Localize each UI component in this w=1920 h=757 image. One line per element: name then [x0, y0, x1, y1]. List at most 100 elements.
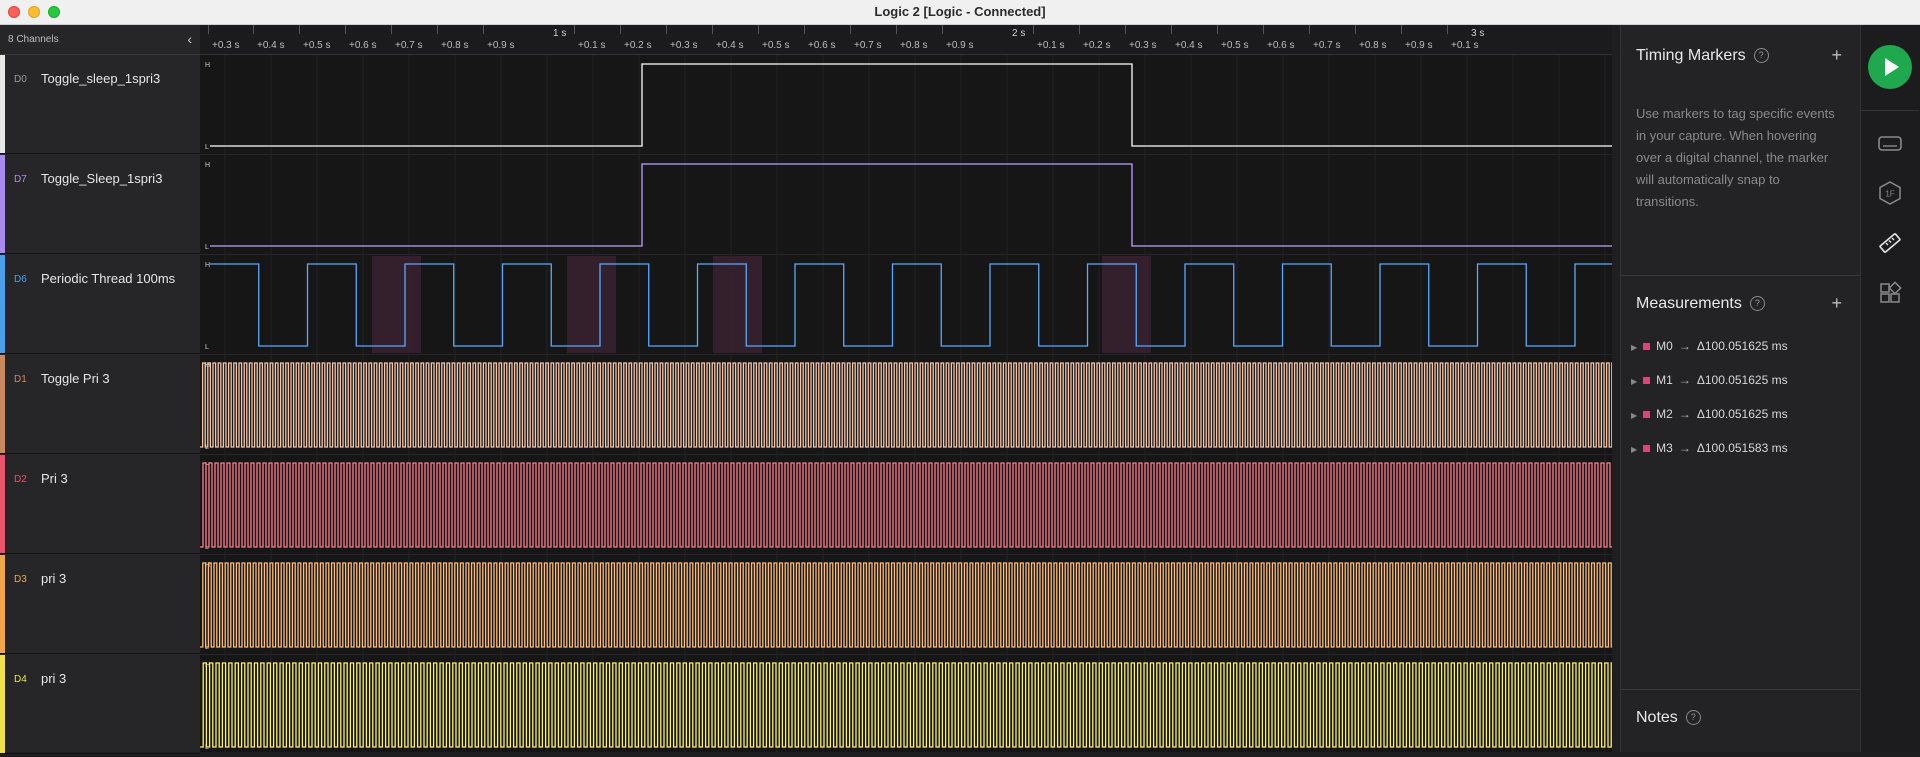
channel-color-stripe	[0, 655, 5, 753]
channel-row-d7[interactable]: D7 Toggle_Sleep_1spri3	[0, 155, 200, 254]
measurement-row[interactable]: ▶ M3 → Δ100.051583 ms	[1631, 441, 1788, 455]
measurement-color-swatch	[1643, 377, 1651, 384]
channel-name[interactable]: pri 3	[41, 571, 66, 586]
waveform-canvas[interactable]: HLHLHLHLHLHLHL	[200, 55, 1613, 755]
measurement-row[interactable]: ▶ M2 → Δ100.051625 ms	[1631, 407, 1788, 421]
sidebar-panel: Timing Markers? + Use markers to tag spe…	[1620, 25, 1861, 752]
ruler-major-label: 1 s	[553, 28, 567, 39]
channel-name[interactable]: Pri 3	[41, 471, 68, 486]
expand-caret-icon[interactable]: ▶	[1631, 411, 1637, 420]
expand-caret-icon[interactable]: ▶	[1631, 445, 1637, 454]
arrow-right-icon: →	[1678, 407, 1691, 421]
add-measurement-button[interactable]: +	[1831, 293, 1842, 314]
ruler-tick-label: +0.5 s	[1217, 25, 1249, 51]
svg-text:1F: 1F	[1885, 190, 1894, 199]
measurements-help-icon[interactable]: ?	[1749, 296, 1765, 311]
measurement-row[interactable]: ▶ M0 → Δ100.051625 ms	[1631, 339, 1788, 353]
ruler-tick-label: +0.8 s	[1355, 25, 1387, 51]
ruler-tick-label: +0.3 s	[666, 25, 698, 51]
channel-name[interactable]: Toggle Pri 3	[41, 371, 110, 386]
lane-background	[200, 155, 1612, 254]
ruler-tick-label: +0.8 s	[437, 25, 469, 51]
measurement-name: M2	[1656, 407, 1673, 421]
ruler-major-label: 3 s	[1471, 28, 1485, 39]
lane-background	[200, 355, 1612, 454]
timing-markers-title: Timing Markers	[1636, 47, 1746, 64]
add-marker-button[interactable]: +	[1831, 45, 1842, 66]
expand-caret-icon[interactable]: ▶	[1631, 343, 1637, 352]
channel-color-stripe	[0, 55, 5, 153]
arrow-right-icon: →	[1678, 441, 1691, 455]
channel-name[interactable]: Toggle_sleep_1spri3	[41, 71, 160, 86]
lane-background	[200, 55, 1612, 154]
channel-row-d3[interactable]: D3 pri 3	[0, 555, 200, 654]
channel-color-stripe	[0, 255, 5, 353]
channel-id: D0	[14, 74, 27, 85]
timing-markers-description: Use markers to tag specific events in yo…	[1636, 106, 1835, 209]
time-ruler[interactable]: +0.3 s +0.4 s +0.5 s +0.6 s +0.7 s +0.8 s +0.9…	[200, 25, 1612, 55]
ruler-tick-label: +0.2 s	[1079, 25, 1111, 51]
channel-name[interactable]: Periodic Thread 100ms	[41, 271, 175, 286]
channel-color-stripe	[0, 555, 5, 653]
channel-id: D6	[14, 274, 27, 285]
ruler-tick-label: +0.6 s	[345, 25, 377, 51]
notes-help-icon[interactable]: ?	[1685, 710, 1701, 725]
level-low-label: L	[205, 344, 209, 351]
ruler-tick-label: +0.6 s	[1263, 25, 1295, 51]
channel-name[interactable]: pri 3	[41, 671, 66, 686]
channel-row-d2[interactable]: D2 Pri 3	[0, 455, 200, 554]
channel-id: D2	[14, 474, 27, 485]
channel-row-d1[interactable]: D1 Toggle Pri 3	[0, 355, 200, 454]
ruler-tick-label: +0.9 s	[942, 25, 974, 51]
ruler-tick-label: +0.7 s	[391, 25, 423, 51]
ruler-tick-label: +0.2 s	[620, 25, 652, 51]
measurement-delta: Δ100.051583 ms	[1696, 441, 1788, 455]
ruler-major-label: 2 s	[1012, 28, 1026, 39]
ruler-tick-label: +0.4 s	[1171, 25, 1203, 51]
channel-id: D3	[14, 574, 27, 585]
hex-analyzer-icon[interactable]: 1F	[1877, 180, 1903, 206]
ruler-tick-label: +0.7 s	[850, 25, 882, 51]
collapse-sidebar-icon[interactable]: ‹	[187, 31, 192, 47]
channel-id: D1	[14, 374, 27, 385]
timing-markers-help-icon[interactable]: ?	[1753, 48, 1769, 63]
extensions-icon[interactable]	[1877, 280, 1903, 306]
measurement-region	[1102, 256, 1151, 353]
waveform-scrollbar[interactable]	[1612, 55, 1620, 752]
timing-markers-section: Timing Markers?	[1636, 47, 1769, 65]
ruler-tick-label: +0.9 s	[483, 25, 515, 51]
ruler-tick-label: +0.4 s	[253, 25, 285, 51]
ruler-tick-label: +0.8 s	[896, 25, 928, 51]
measurement-region	[713, 256, 762, 353]
ruler-tick-label: +0.5 s	[299, 25, 331, 51]
ruler-icon[interactable]	[1877, 230, 1903, 256]
ruler-tick-label: +0.4 s	[712, 25, 744, 51]
expand-caret-icon[interactable]: ▶	[1631, 377, 1637, 386]
level-low-label: L	[205, 244, 209, 251]
measurement-delta: Δ100.051625 ms	[1696, 407, 1788, 421]
ruler-tick-label: +0.1 s	[1033, 25, 1065, 51]
keyboard-icon[interactable]	[1877, 130, 1903, 156]
measurement-delta: Δ100.051625 ms	[1696, 373, 1788, 387]
notes-section: Notes?	[1636, 709, 1701, 727]
arrow-right-icon: →	[1678, 373, 1691, 387]
channel-count: 8 Channels	[8, 34, 59, 45]
level-high-label: H	[205, 162, 210, 169]
measurements-title: Measurements	[1636, 295, 1742, 312]
ruler-tick-label: +0.1 s	[1447, 25, 1479, 51]
channel-id: D4	[14, 674, 27, 685]
arrow-right-icon: →	[1678, 339, 1691, 353]
channel-row-d4[interactable]: D4 pri 3	[0, 655, 200, 754]
notes-title: Notes	[1636, 709, 1678, 726]
channel-name[interactable]: Toggle_Sleep_1spri3	[41, 171, 162, 186]
section-divider	[1621, 275, 1861, 276]
waveform-area[interactable]: HLHLHLHLHLHLHL	[200, 55, 1613, 755]
channel-row-d6[interactable]: D6 Periodic Thread 100ms	[0, 255, 200, 354]
measurement-color-swatch	[1643, 445, 1651, 452]
section-divider	[1621, 689, 1861, 690]
channel-row-d0[interactable]: D0 Toggle_sleep_1spri3	[0, 55, 200, 154]
measurement-color-swatch	[1643, 343, 1651, 350]
start-capture-button[interactable]	[1868, 45, 1912, 89]
measurement-row[interactable]: ▶ M1 → Δ100.051625 ms	[1631, 373, 1788, 387]
level-high-label: H	[205, 262, 210, 269]
